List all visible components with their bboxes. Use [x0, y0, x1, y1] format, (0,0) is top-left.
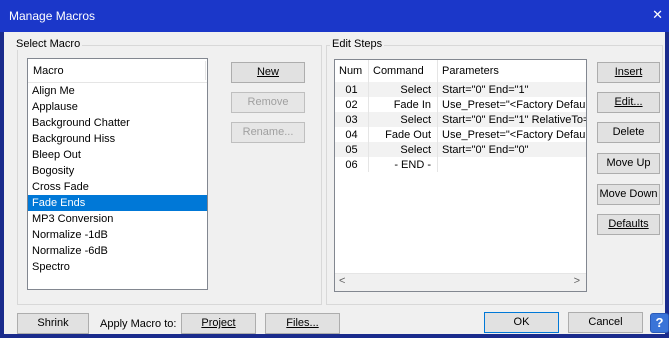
list-item[interactable]: MP3 Conversion [28, 211, 207, 227]
step-num-cell: 02 [335, 97, 369, 112]
rename-macro-button[interactable]: Rename... [231, 122, 305, 143]
cancel-button[interactable]: Cancel [568, 312, 643, 333]
macro-items: Align Me Applause Background Chatter Backgr… [28, 83, 207, 275]
steps-table: Num Command Parameters 01 Select Start="0"… [335, 60, 587, 172]
command-column-header[interactable]: Command [368, 60, 438, 82]
steps-body: 01 Select Start="0" End="1" 02 Fade In Use_Pr… [335, 82, 587, 172]
step-parameters-cell: Start="0" End="1" RelativeTo="Pr [437, 112, 586, 127]
step-command-cell: Fade Out [368, 127, 438, 142]
list-item[interactable]: Bleep Out [28, 147, 207, 163]
title-bar: Manage Macros ✕ [0, 0, 669, 32]
chevron-right-icon[interactable]: > [574, 275, 580, 287]
table-row[interactable]: 06- END - [335, 157, 587, 172]
step-num-cell: 05 [335, 142, 369, 157]
list-item[interactable]: Fade Ends [28, 195, 207, 211]
move-down-button[interactable]: Move Down [597, 184, 660, 205]
edit-button[interactable]: Edit... [597, 92, 660, 113]
table-row[interactable]: 02Fade In Use_Preset="<Factory Defaults>" [335, 97, 586, 112]
step-num-cell: 04 [335, 127, 369, 142]
list-item[interactable]: Spectro [28, 259, 207, 275]
step-parameters-cell: Use_Preset="<Factory Defaults>" [442, 128, 586, 141]
list-item[interactable]: Applause [28, 99, 207, 115]
horizontal-scrollbar[interactable]: < > [335, 273, 586, 291]
list-item[interactable]: Align Me [28, 83, 207, 99]
table-row[interactable]: 05 Select Start="0" End="0" [335, 142, 586, 157]
defaults-button[interactable]: Defaults [597, 214, 660, 235]
shrink-button[interactable]: Shrink [17, 313, 89, 334]
step-parameters-cell [438, 157, 587, 172]
help-icon[interactable]: ? [650, 313, 669, 333]
parameters-column-header[interactable]: Parameters [437, 60, 586, 82]
list-item[interactable]: Normalize -1dB [28, 227, 207, 243]
list-item[interactable]: Bogosity [28, 163, 207, 179]
table-row[interactable]: 04Fade Out Use_Preset="<Factory Defaults>… [335, 127, 586, 142]
macro-column-header: Macro [33, 65, 64, 77]
step-parameters-cell: Start="0" End="0" [437, 142, 586, 157]
apply-project-button[interactable]: Project [181, 313, 256, 334]
list-item[interactable]: Background Chatter [28, 115, 207, 131]
list-item[interactable]: Cross Fade [28, 179, 207, 195]
remove-macro-button[interactable]: Remove [231, 92, 305, 113]
edit-steps-label: Edit Steps [330, 38, 385, 50]
step-command-cell: Select [368, 142, 438, 157]
chevron-left-icon[interactable]: < [339, 275, 345, 287]
close-icon[interactable]: ✕ [652, 7, 663, 23]
step-command-cell: - END - [368, 157, 438, 172]
steps-list[interactable]: Num Command Parameters 01 Select Start="0"… [334, 59, 587, 292]
new-macro-button[interactable]: New [231, 62, 305, 83]
delete-button[interactable]: Delete [597, 122, 660, 143]
step-command-cell: Select [368, 82, 438, 97]
step-num-cell: 06 [335, 157, 369, 172]
macro-list-header[interactable]: Macro [28, 59, 207, 83]
move-up-button[interactable]: Move Up [597, 153, 660, 174]
list-item[interactable]: Normalize -6dB [28, 243, 207, 259]
insert-button[interactable]: Insert [597, 62, 660, 83]
window-title: Manage Macros [9, 9, 96, 23]
macro-list[interactable]: Macro Align Me Applause Background Chatter… [27, 58, 208, 290]
apply-files-button[interactable]: Files... [265, 313, 340, 334]
step-parameters-cell: Start="0" End="1" [437, 82, 586, 97]
list-item[interactable]: Background Hiss [28, 131, 207, 147]
steps-header-row: Num Command Parameters [335, 60, 586, 82]
select-macro-label: Select Macro [14, 38, 83, 50]
table-row[interactable]: 03SelectStart="0" End="1" RelativeTo="Pr [335, 112, 586, 127]
step-command-cell: Fade In [368, 97, 438, 112]
apply-macro-label: Apply Macro to: [100, 318, 177, 330]
column-separator[interactable] [205, 61, 206, 80]
ok-button[interactable]: OK [484, 312, 559, 333]
table-row[interactable]: 01 Select Start="0" End="1" [335, 82, 586, 97]
step-num-cell: 03 [335, 112, 369, 127]
step-parameters-cell: Use_Preset="<Factory Defaults>" [442, 98, 586, 111]
step-num-cell: 01 [335, 82, 369, 97]
num-column-header[interactable]: Num [335, 60, 369, 82]
step-command-cell: Select [368, 112, 438, 127]
